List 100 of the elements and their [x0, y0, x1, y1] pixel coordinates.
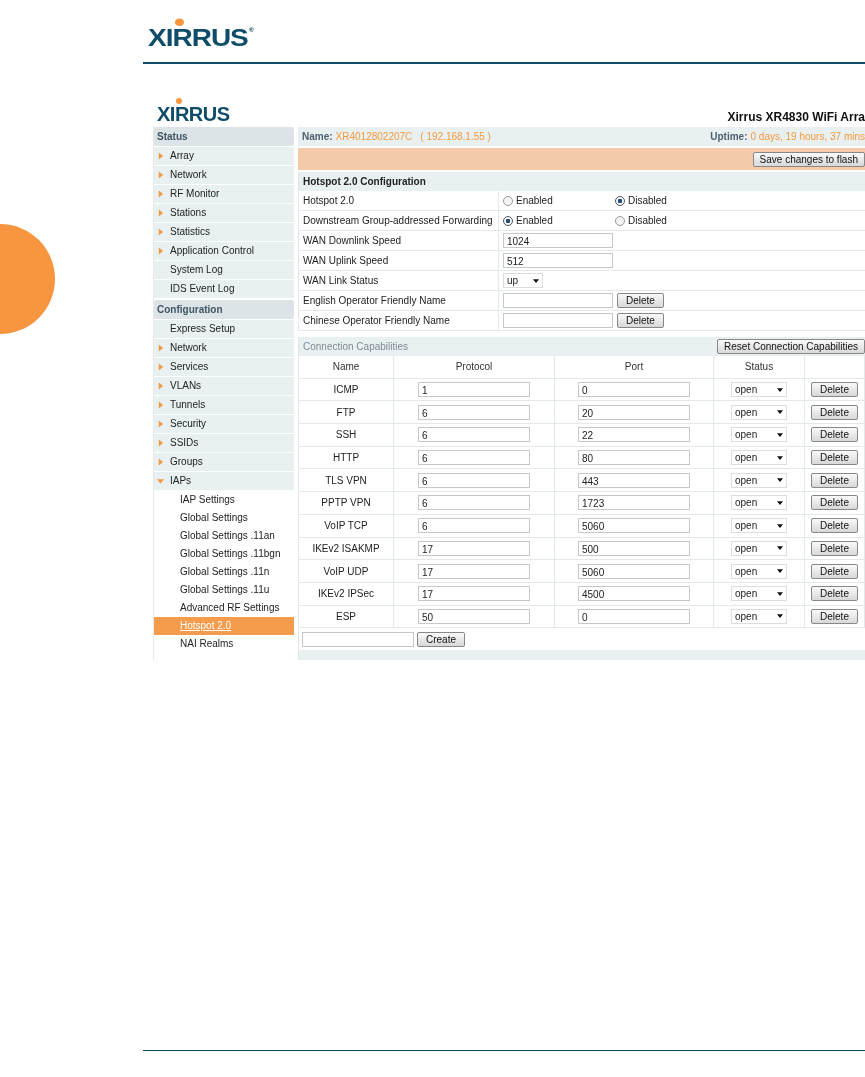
input-field[interactable]: 5060 — [578, 563, 690, 579]
sidebar-item[interactable]: VLANs — [154, 377, 294, 396]
reset-button[interactable]: Reset Connection Capabilities — [717, 339, 865, 354]
delete-button[interactable]: Delete — [811, 450, 858, 466]
delete-button[interactable]: Delete — [811, 495, 858, 511]
sidebar-item[interactable]: Express Setup — [154, 320, 294, 339]
dropdown[interactable]: open — [731, 608, 787, 624]
input-field[interactable]: 5060 — [578, 518, 690, 534]
sidebar-item[interactable]: Array — [154, 147, 294, 166]
sidebar-item[interactable]: Tunnels — [154, 396, 294, 415]
sidebar-item[interactable]: System Log — [154, 261, 294, 280]
dropdown[interactable]: open — [731, 404, 787, 420]
sidebar-item[interactable]: Security — [154, 415, 294, 434]
delete-button[interactable]: Delete — [811, 608, 858, 624]
radio-button[interactable] — [503, 215, 513, 226]
create-button[interactable]: Create — [417, 631, 465, 647]
input-field[interactable]: 17 — [418, 540, 530, 556]
input-field[interactable]: 6 — [418, 495, 530, 511]
delete-button[interactable]: Delete — [811, 518, 858, 534]
save-button[interactable]: Save changes to flash — [752, 151, 865, 167]
arrow-icon — [157, 382, 164, 390]
table-cell: IKEv2 IPSec — [317, 588, 375, 600]
input-field[interactable]: 1024 — [503, 233, 613, 248]
arrow-icon — [157, 401, 164, 409]
input-field[interactable]: 17 — [418, 586, 530, 602]
input-field[interactable] — [503, 293, 613, 308]
delete-button[interactable]: Delete — [811, 472, 858, 488]
input-field[interactable]: 4500 — [578, 586, 690, 602]
table-cell: ICMP — [333, 384, 359, 396]
input-field[interactable]: 6 — [418, 450, 530, 466]
field-label: Downstream Group-addressed Forwarding — [299, 211, 499, 230]
table-cell: PPTP VPN — [321, 497, 371, 509]
input-field[interactable]: 0 — [578, 382, 690, 398]
input-field[interactable]: 6 — [418, 472, 530, 488]
input-field[interactable]: 1723 — [578, 495, 690, 511]
device-name: XR4012802207C — [335, 131, 413, 142]
delete-button[interactable]: Delete — [811, 586, 858, 602]
arrow-icon — [157, 477, 164, 485]
caret-icon — [777, 410, 783, 415]
dropdown[interactable]: open — [731, 540, 787, 556]
input-field[interactable]: 20 — [578, 404, 690, 420]
delete-button[interactable]: Delete — [811, 382, 858, 398]
dropdown[interactable]: open — [731, 427, 787, 443]
dropdown[interactable]: open — [731, 382, 787, 398]
caret-icon — [777, 478, 783, 483]
field-label: WAN Uplink Speed — [299, 251, 499, 270]
caret-icon — [777, 614, 783, 619]
dropdown[interactable]: open — [731, 495, 787, 511]
sidebar-item[interactable]: Groups — [154, 453, 294, 472]
input-field[interactable]: 512 — [503, 253, 613, 268]
dropdown[interactable]: open — [731, 472, 787, 488]
input-field[interactable]: 0 — [578, 608, 690, 624]
sidebar-item[interactable]: Statistics — [154, 223, 294, 242]
dropdown[interactable]: up — [503, 273, 543, 288]
sidebar-item[interactable]: Network — [154, 166, 294, 185]
input-field[interactable]: 443 — [578, 472, 690, 488]
arrow-icon — [157, 228, 164, 236]
input-field[interactable]: 22 — [578, 427, 690, 443]
sidebar-item[interactable]: IDS Event Log — [154, 280, 294, 299]
sidebar-item[interactable]: Network — [154, 339, 294, 358]
radio-button[interactable] — [615, 215, 625, 226]
input-field[interactable]: 500 — [578, 540, 690, 556]
caret-icon — [777, 523, 783, 528]
delete-button[interactable]: Delete — [811, 563, 858, 579]
dropdown[interactable]: open — [731, 563, 787, 579]
input-field[interactable]: 6 — [418, 404, 530, 420]
input-field[interactable] — [503, 313, 613, 328]
sidebar-section-header: Status — [154, 127, 294, 146]
delete-button[interactable]: Delete — [617, 313, 664, 328]
arrow-icon — [157, 363, 164, 371]
sidebar-item[interactable]: RF Monitor — [154, 185, 294, 204]
radio-button[interactable] — [503, 195, 513, 206]
sidebar-item[interactable]: Application Control — [154, 242, 294, 261]
ip-address: ( 192.168.1.55 ) — [420, 131, 491, 142]
dropdown[interactable]: open — [731, 450, 787, 466]
delete-button[interactable]: Delete — [811, 427, 858, 443]
input-field[interactable]: 1 — [418, 382, 530, 398]
delete-button[interactable]: Delete — [811, 404, 858, 420]
input-field[interactable]: 17 — [418, 563, 530, 579]
dropdown[interactable]: open — [731, 518, 787, 534]
arrow-icon — [157, 439, 164, 447]
caret-icon — [777, 546, 783, 551]
dropdown[interactable]: open — [731, 586, 787, 602]
input-field[interactable]: 6 — [418, 518, 530, 534]
sidebar-item[interactable]: Stations — [154, 204, 294, 223]
radio-button[interactable] — [615, 195, 625, 206]
input-field[interactable]: 6 — [418, 427, 530, 443]
table-cell: TLS VPN — [325, 474, 367, 486]
caret-icon — [533, 278, 539, 283]
sidebar-item[interactable]: Services — [154, 358, 294, 377]
input-field[interactable]: 80 — [578, 450, 690, 466]
delete-button[interactable]: Delete — [617, 293, 664, 308]
input-field[interactable] — [302, 631, 414, 647]
sidebar-item[interactable]: SSIDs — [154, 434, 294, 453]
arrow-icon — [157, 152, 164, 160]
delete-button[interactable]: Delete — [811, 540, 858, 556]
sidebar-item[interactable]: IAPs — [154, 472, 294, 491]
caret-icon — [777, 591, 783, 596]
input-field[interactable]: 50 — [418, 608, 530, 624]
section-title: Hotspot 2.0 Configuration — [299, 172, 865, 191]
